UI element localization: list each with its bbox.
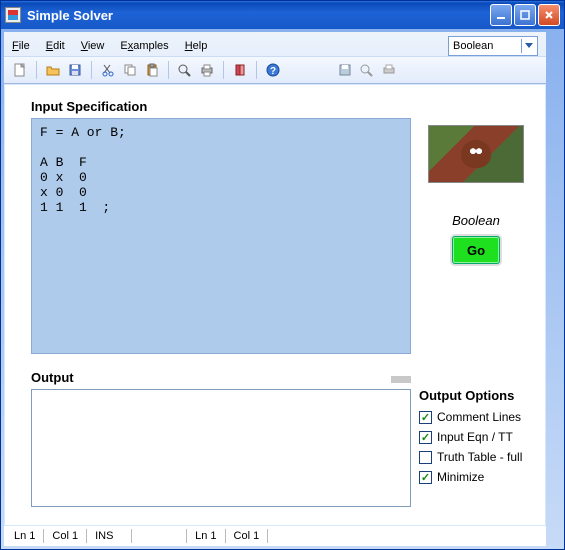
- copy-icon[interactable]: [120, 60, 140, 80]
- checkbox-icon: [419, 451, 432, 464]
- svg-text:?: ?: [270, 66, 276, 77]
- window-title: Simple Solver: [27, 8, 113, 23]
- menu-view[interactable]: View: [81, 40, 105, 52]
- content-area: Input Specification Output Boolean Go Ou…: [4, 84, 546, 526]
- statusbar: Ln 1 Col 1 INS Ln 1 Col 1: [4, 526, 546, 546]
- option-input-eqn[interactable]: ✓Input Eqn / TT: [419, 430, 513, 444]
- input-textarea[interactable]: [31, 118, 411, 354]
- chevron-down-icon: [521, 39, 535, 53]
- preview2-icon[interactable]: [357, 60, 377, 80]
- print-preview-icon[interactable]: [175, 60, 195, 80]
- new-file-icon[interactable]: [10, 60, 30, 80]
- checkbox-icon: ✓: [419, 411, 432, 424]
- close-button[interactable]: [538, 4, 560, 26]
- input-heading: Input Specification: [31, 99, 411, 114]
- status-col2: Col 1: [228, 530, 266, 542]
- status-ins: INS: [89, 530, 129, 542]
- menu-examples[interactable]: Examples: [120, 40, 168, 52]
- splitter-grip[interactable]: [391, 376, 411, 380]
- save-icon[interactable]: [65, 60, 85, 80]
- checkbox-icon: ✓: [419, 471, 432, 484]
- help-icon[interactable]: ?: [263, 60, 283, 80]
- titlebar: Simple Solver: [1, 1, 564, 29]
- maximize-button[interactable]: [514, 4, 536, 26]
- menu-edit[interactable]: Edit: [46, 40, 65, 52]
- output-heading: Output: [31, 370, 74, 385]
- book-icon[interactable]: [230, 60, 250, 80]
- menu-file[interactable]: File: [12, 40, 30, 52]
- menu-help[interactable]: Help: [185, 40, 208, 52]
- paste-icon[interactable]: [142, 60, 162, 80]
- print2-icon[interactable]: [379, 60, 399, 80]
- checkbox-icon: ✓: [419, 431, 432, 444]
- output-options-heading: Output Options: [419, 388, 514, 403]
- minimize-button[interactable]: [490, 4, 512, 26]
- option-minimize[interactable]: ✓Minimize: [419, 470, 484, 484]
- output-textarea[interactable]: [31, 389, 411, 507]
- mode-label: Boolean: [452, 213, 500, 228]
- cut-icon[interactable]: [98, 60, 118, 80]
- option-comment-lines[interactable]: ✓Comment Lines: [419, 410, 521, 424]
- status-ln1: Ln 1: [8, 530, 41, 542]
- save2-icon[interactable]: [335, 60, 355, 80]
- open-file-icon[interactable]: [43, 60, 63, 80]
- app-icon: [5, 7, 21, 23]
- option-truth-table[interactable]: Truth Table - full: [419, 450, 522, 464]
- menubar: File Edit View Examples Help Boolean: [4, 32, 546, 56]
- go-button[interactable]: Go: [452, 236, 500, 264]
- status-col1: Col 1: [46, 530, 84, 542]
- preview-image: [428, 125, 524, 183]
- mode-select[interactable]: Boolean: [448, 36, 538, 56]
- mode-select-value: Boolean: [453, 40, 493, 52]
- toolbar: ?: [4, 56, 546, 84]
- print-icon[interactable]: [197, 60, 217, 80]
- status-ln2: Ln 1: [189, 530, 222, 542]
